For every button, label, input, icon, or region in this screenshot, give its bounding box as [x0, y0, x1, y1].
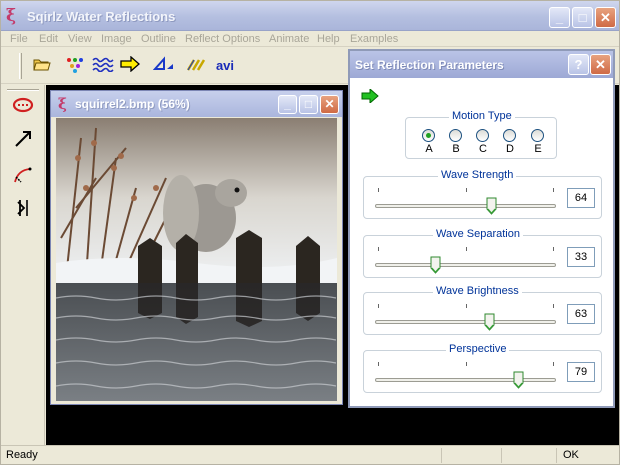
- image-window-title: squirrel2.bmp (56%): [75, 97, 190, 111]
- wave-brightness-slider-track[interactable]: [375, 320, 556, 324]
- status-pane-divider: [441, 448, 442, 463]
- avi-button[interactable]: avi: [212, 56, 238, 76]
- menu-help[interactable]: Help: [317, 32, 340, 46]
- motion-type-label-d: D: [506, 143, 514, 155]
- status-ok: OK: [563, 449, 579, 461]
- app-title: Sqirlz Water Reflections: [27, 9, 176, 24]
- wave-strength-label: Wave Strength: [438, 169, 517, 181]
- image-close-button[interactable]: ✕: [320, 95, 339, 114]
- perspective-tick: [553, 362, 554, 366]
- line-arrow-icon[interactable]: [10, 129, 36, 155]
- colored-dots-icon[interactable]: [64, 56, 86, 76]
- dialog-titlebar[interactable]: Set Reflection Parameters ? ✕: [350, 51, 613, 78]
- motion-type-label: Motion Type: [449, 110, 515, 122]
- dialog-close-button[interactable]: ✕: [590, 54, 611, 75]
- motion-type-group: Motion Type A B C D E: [405, 110, 557, 159]
- flip-tool-icon[interactable]: [10, 198, 36, 224]
- wave-separation-tick: [378, 247, 379, 251]
- status-text: Ready: [6, 449, 38, 461]
- motion-type-radio-c[interactable]: [476, 129, 489, 142]
- wave-brightness-tick: [466, 304, 467, 308]
- wave-separation-slider-track[interactable]: [375, 263, 556, 267]
- app-logo-icon: ξ: [58, 95, 67, 113]
- perspective-icon[interactable]: [152, 56, 175, 76]
- dialog-title: Set Reflection Parameters: [355, 58, 504, 72]
- title-bar[interactable]: ξ Sqirlz Water Reflections _ □ ✕: [1, 1, 619, 31]
- waves-icon[interactable]: [92, 56, 114, 76]
- wave-strength-group: Wave Strength 64: [363, 169, 602, 219]
- squirrel-reflection-image: [56, 118, 337, 401]
- perspective-tick: [378, 362, 379, 366]
- motion-type-radio-b[interactable]: [449, 129, 462, 142]
- perspective-tick: [466, 362, 467, 366]
- menu-image[interactable]: Image: [101, 32, 132, 46]
- wave-separation-label: Wave Separation: [433, 228, 523, 240]
- wave-strength-tick: [378, 188, 379, 192]
- ellipse-select-icon[interactable]: [10, 95, 36, 121]
- motion-type-label-c: C: [479, 143, 487, 155]
- menu-bar: File Edit View Image Outline Reflect Opt…: [1, 32, 619, 46]
- wave-separation-tick: [553, 247, 554, 251]
- arrow-right-icon[interactable]: [119, 55, 141, 76]
- maximize-button[interactable]: □: [572, 7, 593, 28]
- perspective-slider-thumb[interactable]: [513, 371, 524, 389]
- apply-arrow-icon[interactable]: [361, 87, 379, 106]
- perspective-label: Perspective: [446, 343, 510, 355]
- status-pane-divider: [556, 448, 557, 463]
- motion-type-radio-e[interactable]: [531, 129, 544, 142]
- wave-brightness-tick: [553, 304, 554, 308]
- open-folder-icon[interactable]: [31, 56, 53, 76]
- brush-icon[interactable]: [186, 56, 208, 76]
- left-toolbar: [1, 85, 45, 445]
- image-canvas[interactable]: [56, 118, 337, 401]
- wave-separation-value-input[interactable]: 33: [567, 247, 595, 267]
- menu-animate[interactable]: Animate: [269, 32, 309, 46]
- wave-strength-slider-track[interactable]: [375, 204, 556, 208]
- toolbar-grip[interactable]: [19, 53, 22, 79]
- motion-type-label-a: A: [425, 143, 433, 155]
- app-logo-icon[interactable]: ξ: [6, 6, 22, 26]
- minimize-button[interactable]: _: [549, 7, 570, 28]
- wave-separation-group: Wave Separation 33: [363, 228, 602, 278]
- image-window-titlebar[interactable]: ξ squirrel2.bmp (56%) _ □ ✕: [51, 91, 342, 117]
- image-maximize-button[interactable]: □: [299, 95, 318, 114]
- wave-strength-value-input[interactable]: 64: [567, 188, 595, 208]
- menu-view[interactable]: View: [68, 32, 92, 46]
- menu-file[interactable]: File: [10, 32, 28, 46]
- close-button[interactable]: ✕: [595, 7, 616, 28]
- help-button[interactable]: ?: [568, 54, 589, 75]
- image-minimize-button[interactable]: _: [278, 95, 297, 114]
- menu-reflect-options[interactable]: Reflect Options: [185, 32, 260, 46]
- wave-brightness-tick: [378, 304, 379, 308]
- menu-examples[interactable]: Examples: [350, 32, 398, 46]
- perspective-group: Perspective 79: [363, 343, 602, 393]
- motion-type-radio-a[interactable]: [422, 129, 435, 142]
- perspective-value-input[interactable]: 79: [567, 362, 595, 382]
- wave-brightness-label: Wave Brightness: [433, 285, 522, 297]
- wave-strength-tick: [553, 188, 554, 192]
- wave-separation-slider-thumb[interactable]: [430, 256, 441, 274]
- menu-edit[interactable]: Edit: [39, 32, 58, 46]
- motion-type-label-b: B: [452, 143, 460, 155]
- reflection-parameters-dialog: Set Reflection Parameters ? ✕ Motion Typ…: [348, 49, 615, 408]
- perspective-slider-track[interactable]: [375, 378, 556, 382]
- motion-type-label-e: E: [534, 143, 542, 155]
- wave-brightness-value-input[interactable]: 63: [567, 304, 595, 324]
- image-window[interactable]: ξ squirrel2.bmp (56%) _ □ ✕: [50, 90, 343, 405]
- wave-strength-tick: [466, 188, 467, 192]
- left-toolbar-separator: [7, 89, 39, 91]
- wave-strength-slider-thumb[interactable]: [486, 197, 497, 215]
- wave-brightness-slider-thumb[interactable]: [484, 313, 495, 331]
- main-window: ξ Sqirlz Water Reflections _ □ ✕ File Ed…: [0, 0, 620, 465]
- wave-separation-tick: [466, 247, 467, 251]
- wave-brightness-group: Wave Brightness 63: [363, 285, 602, 335]
- motion-type-radio-d[interactable]: [503, 129, 516, 142]
- status-bar: Ready OK: [1, 445, 619, 464]
- curve-tool-icon[interactable]: [10, 165, 36, 191]
- menu-outline[interactable]: Outline: [141, 32, 176, 46]
- status-pane-divider: [501, 448, 502, 463]
